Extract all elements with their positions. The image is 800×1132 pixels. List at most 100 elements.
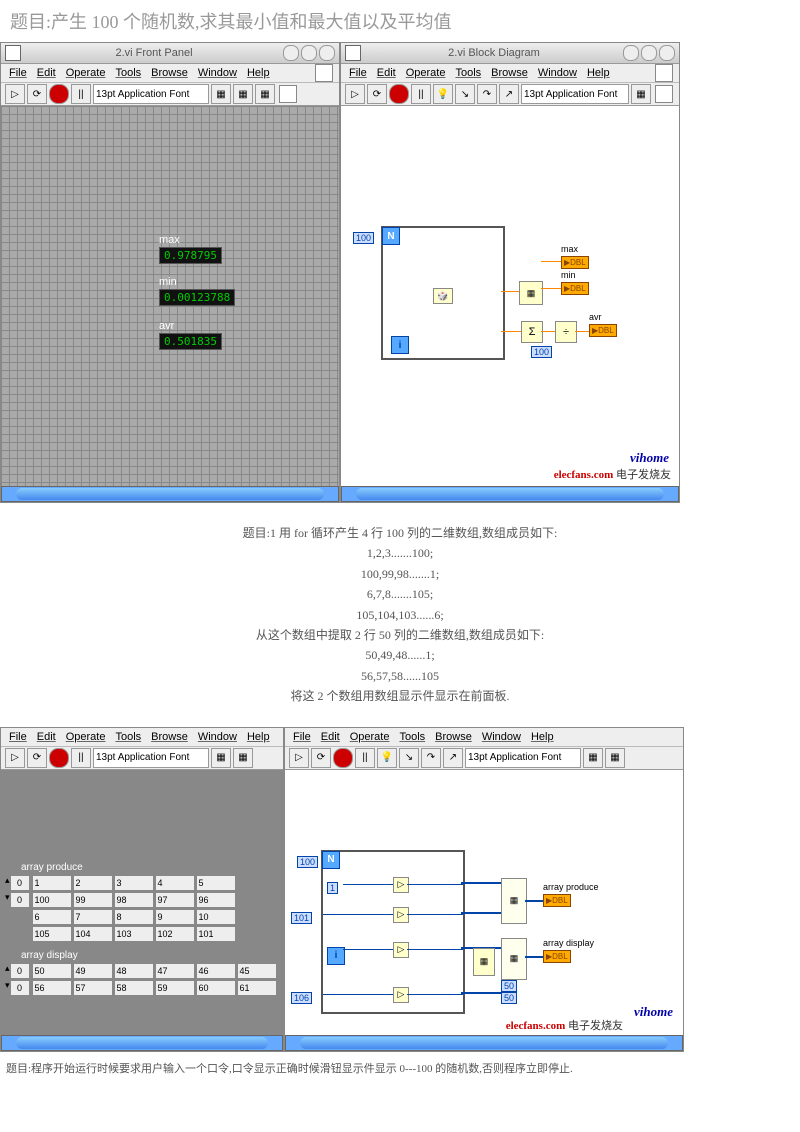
random-node[interactable]: 🎲 <box>433 288 453 304</box>
array-cell[interactable]: 99 <box>73 892 113 908</box>
array-cell[interactable]: 1 <box>32 875 72 891</box>
run-button[interactable]: ▷ <box>5 748 25 768</box>
menu-operate[interactable]: Operate <box>346 731 394 743</box>
array-cell[interactable]: 49 <box>73 963 113 979</box>
array-cell[interactable]: 3 <box>114 875 154 891</box>
sub-node-2[interactable]: ▷ <box>393 987 409 1003</box>
array-cell[interactable]: 104 <box>73 926 113 942</box>
array-index[interactable]: 0 <box>10 875 30 891</box>
front-panel-body[interactable]: max 0.978795 min 0.00123788 avr 0.501835 <box>1 106 339 486</box>
index-array-node[interactable]: ▦ <box>473 948 495 976</box>
distribute-button[interactable]: ▦ <box>605 748 625 768</box>
array-index[interactable]: 0 <box>10 892 30 908</box>
array-cell[interactable]: 47 <box>155 963 195 979</box>
menu-help[interactable]: Help <box>243 67 274 79</box>
abort-button[interactable] <box>333 748 353 768</box>
titlebar[interactable]: 2.vi Block Diagram <box>341 43 679 64</box>
menu-file[interactable]: File <box>289 731 315 743</box>
align-button[interactable]: ▦ <box>211 84 231 104</box>
connector-icon[interactable] <box>279 85 297 103</box>
step-button[interactable]: ↘ <box>455 84 475 104</box>
array-cell[interactable]: 59 <box>155 980 195 996</box>
run-cont-button[interactable]: ⟳ <box>367 84 387 104</box>
array-cell[interactable]: 4 <box>155 875 195 891</box>
menu-operate[interactable]: Operate <box>62 731 110 743</box>
array-cell[interactable]: 96 <box>196 892 236 908</box>
array-display-terminal[interactable]: ▶DBL <box>543 950 571 963</box>
array-cell[interactable]: 102 <box>155 926 195 942</box>
array-index[interactable]: 0 <box>10 980 30 996</box>
array-cell[interactable]: 60 <box>196 980 236 996</box>
array-cell[interactable]: 45 <box>237 963 277 979</box>
distribute-button[interactable]: ▦ <box>233 84 253 104</box>
highlight-button[interactable]: 💡 <box>433 84 453 104</box>
array-cell[interactable]: 7 <box>73 909 113 925</box>
array-cell[interactable]: 46 <box>196 963 236 979</box>
reorder-button[interactable]: ▦ <box>255 84 275 104</box>
menu-help[interactable]: Help <box>243 731 274 743</box>
scrollbar-h[interactable] <box>1 486 339 502</box>
scrollbar-h[interactable] <box>285 1035 683 1051</box>
align-button[interactable]: ▦ <box>631 84 651 104</box>
menubar[interactable]: File Edit Operate Tools Browse Window He… <box>1 64 339 83</box>
array-cell[interactable]: 2 <box>73 875 113 891</box>
array-cell[interactable]: 48 <box>114 963 154 979</box>
abort-button[interactable] <box>389 84 409 104</box>
menu-window[interactable]: Window <box>194 67 241 79</box>
menubar[interactable]: File Edit Operate Tools Browse Window He… <box>341 64 679 83</box>
pause-button[interactable]: || <box>355 748 375 768</box>
connector-icon[interactable] <box>655 85 673 103</box>
menu-tools[interactable]: Tools <box>111 67 145 79</box>
menu-tools[interactable]: Tools <box>111 731 145 743</box>
constant-100[interactable]: 100 <box>353 232 374 244</box>
step-out-button[interactable]: ↗ <box>499 84 519 104</box>
menu-edit[interactable]: Edit <box>373 67 400 79</box>
run-button[interactable]: ▷ <box>289 748 309 768</box>
menu-browse[interactable]: Browse <box>431 731 476 743</box>
menu-edit[interactable]: Edit <box>317 731 344 743</box>
add-node[interactable]: ▷ <box>393 877 409 893</box>
scrollbar-h[interactable] <box>1 1035 283 1051</box>
pause-button[interactable]: || <box>411 84 431 104</box>
font-select[interactable]: 13pt Application Font <box>93 84 209 104</box>
step-over-button[interactable]: ↷ <box>477 84 497 104</box>
run-button[interactable]: ▷ <box>345 84 365 104</box>
window-buttons[interactable] <box>283 45 335 61</box>
menu-browse[interactable]: Browse <box>487 67 532 79</box>
array-cell[interactable]: 100 <box>32 892 72 908</box>
array-cell[interactable]: 50 <box>32 963 72 979</box>
distribute-button[interactable]: ▦ <box>233 748 253 768</box>
menu-window[interactable]: Window <box>534 67 581 79</box>
menu-edit[interactable]: Edit <box>33 67 60 79</box>
constant-101[interactable]: 101 <box>291 912 312 924</box>
avr-terminal[interactable]: ▶DBL <box>589 324 617 337</box>
divide-node[interactable]: ÷ <box>555 321 577 343</box>
menu-window[interactable]: Window <box>194 731 241 743</box>
array-cell[interactable]: 6 <box>32 909 72 925</box>
menu-operate[interactable]: Operate <box>62 67 110 79</box>
scrollbar-h[interactable] <box>341 486 679 502</box>
align-button[interactable]: ▦ <box>583 748 603 768</box>
menu-tools[interactable]: Tools <box>451 67 485 79</box>
array-display-control[interactable]: ▴0 ▾0 504948474645565758596061 <box>5 963 277 996</box>
array-cell[interactable]: 8 <box>114 909 154 925</box>
sub-node[interactable]: ▷ <box>393 907 409 923</box>
pause-button[interactable]: || <box>71 84 91 104</box>
constant-1[interactable]: 1 <box>327 882 338 894</box>
array-cell[interactable]: 56 <box>32 980 72 996</box>
array-produce-terminal[interactable]: ▶DBL <box>543 894 571 907</box>
menu-edit[interactable]: Edit <box>33 731 60 743</box>
array-cell[interactable]: 5 <box>196 875 236 891</box>
menu-file[interactable]: File <box>5 67 31 79</box>
array-cell[interactable]: 101 <box>196 926 236 942</box>
menu-help[interactable]: Help <box>527 731 558 743</box>
run-button[interactable]: ▷ <box>5 84 25 104</box>
build-array-node[interactable]: ▦ <box>501 878 527 924</box>
pause-button[interactable]: || <box>71 748 91 768</box>
array-maxmin-node[interactable]: ▦ <box>519 281 543 305</box>
constant-50b[interactable]: 50 <box>501 992 517 1004</box>
window-buttons[interactable] <box>623 45 675 61</box>
font-select[interactable]: 13pt Application Font <box>93 748 209 768</box>
abort-button[interactable] <box>49 748 69 768</box>
step-button[interactable]: ↘ <box>399 748 419 768</box>
